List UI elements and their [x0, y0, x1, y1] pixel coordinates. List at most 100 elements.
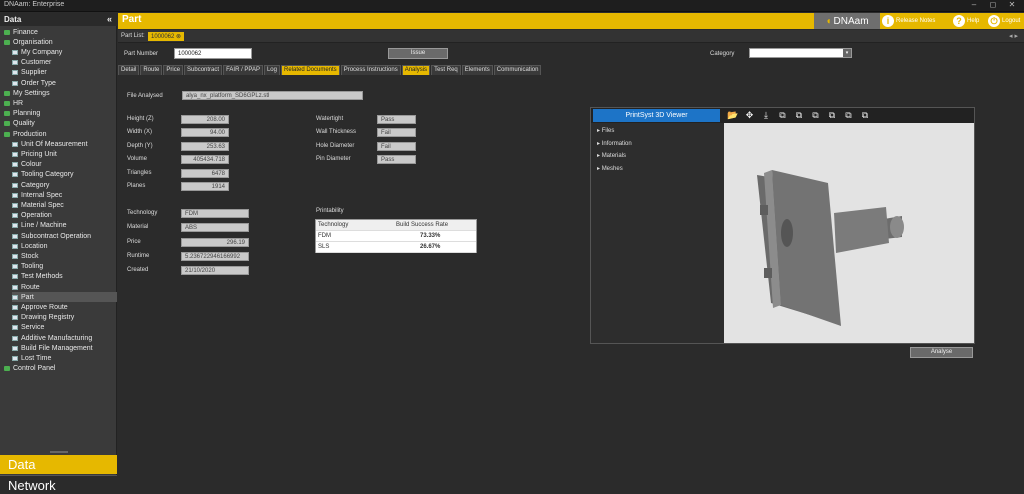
cube-left-icon[interactable]: ⧉: [810, 109, 822, 122]
tab-related-documents[interactable]: Related Documents: [280, 65, 340, 75]
sidebar-item-tooling-category[interactable]: Tooling Category: [12, 170, 117, 180]
issue-button[interactable]: Issue: [388, 48, 448, 59]
viewer-panel-item-information[interactable]: ▸ Information: [597, 140, 632, 147]
sidebar-item-planning[interactable]: Planning: [4, 109, 117, 119]
printability-header-cell: Technology: [318, 222, 349, 228]
viewer-panel-item-meshes[interactable]: ▸ Meshes: [597, 165, 623, 172]
sidebar-item-additive-manufacturing[interactable]: Additive Manufacturing: [12, 333, 117, 343]
category-select[interactable]: ▾: [749, 48, 852, 58]
cube-back-icon[interactable]: ⧉: [793, 109, 805, 122]
sidebar-item-test-methods[interactable]: Test Methods: [12, 272, 117, 282]
sidebar-item-customer[interactable]: Customer: [12, 58, 117, 68]
sidebar-item-approve-route[interactable]: Approve Route: [12, 302, 117, 312]
sidebar-item-lost-time[interactable]: Lost Time: [12, 353, 117, 363]
tab-route[interactable]: Route: [140, 65, 163, 75]
move-icon[interactable]: ✥: [744, 109, 756, 122]
nav-data-button[interactable]: Data: [0, 455, 117, 474]
viewer-panel-item-files[interactable]: ▸ Files: [597, 127, 614, 134]
sidebar-item-control-panel[interactable]: Control Panel: [4, 364, 117, 374]
sidebar-item-my-company[interactable]: My Company: [12, 47, 117, 57]
sidebar-item-hr[interactable]: HR: [4, 98, 117, 108]
sidebar-item-organisation[interactable]: Organisation: [4, 37, 117, 47]
sidebar-item-label: Pricing Unit: [21, 150, 57, 158]
sidebar-item-production[interactable]: Production: [4, 129, 117, 139]
sidebar-item-finance[interactable]: Finance: [4, 27, 117, 37]
cube-front-icon[interactable]: ⧉: [777, 109, 789, 122]
price-label: Price: [127, 238, 141, 245]
sidebar-item-my-settings[interactable]: My Settings: [4, 88, 117, 98]
collapse-sidebar-button[interactable]: «: [107, 14, 112, 24]
tab-subcontract[interactable]: Subcontract: [184, 65, 223, 75]
runtime-label: Runtime: [127, 252, 150, 259]
close-button[interactable]: ✕: [1004, 0, 1020, 11]
sidebar-item-internal-spec[interactable]: Internal Spec: [12, 190, 117, 200]
height-z-field: 208.00: [181, 115, 229, 124]
hole-diameter-field: Fail: [377, 141, 416, 151]
volume-label: Volume: [127, 156, 148, 163]
cube-top-icon[interactable]: ⧉: [843, 109, 855, 122]
logout-button[interactable]: ⏻ Logout: [988, 14, 1020, 28]
tab-communication[interactable]: Communication: [493, 65, 542, 75]
folder-icon: [4, 121, 10, 127]
part-list-tab[interactable]: 1000062 ⊗: [148, 32, 185, 41]
folder-icon[interactable]: 📂: [727, 109, 739, 122]
sidebar-item-part[interactable]: Part: [12, 292, 117, 303]
close-tab-icon[interactable]: ⊗: [176, 34, 181, 40]
sidebar-item-colour[interactable]: Colour: [12, 160, 117, 170]
sidebar-item-tooling[interactable]: Tooling: [12, 262, 117, 272]
download-icon[interactable]: ⤓: [760, 109, 772, 122]
viewer-panel-item-materials[interactable]: ▸ Materials: [597, 152, 626, 159]
sidebar-item-category[interactable]: Category: [12, 180, 117, 190]
sidebar-item-operation[interactable]: Operation: [12, 211, 117, 221]
tab-log[interactable]: Log: [263, 65, 280, 75]
sidebar-item-unit-of-measurement[interactable]: Unit Of Measurement: [12, 139, 117, 149]
sidebar-item-label: Tooling Category: [21, 171, 74, 179]
sidebar-item-quality[interactable]: Quality: [4, 119, 117, 129]
help-button[interactable]: ? Help: [953, 14, 979, 28]
sidebar-item-drawing-registry[interactable]: Drawing Registry: [12, 313, 117, 323]
viewer-panel-label: Information: [601, 140, 632, 147]
document-icon: [12, 253, 18, 259]
sidebar-item-supplier[interactable]: Supplier: [12, 68, 117, 78]
sidebar-item-line-machine[interactable]: Line / Machine: [12, 221, 117, 231]
sidebar-item-order-type[interactable]: Order Type: [12, 78, 117, 88]
window-title: DNAam: Enterprise: [4, 1, 65, 8]
tab-fair-ppap[interactable]: FAIR / PPAP: [223, 65, 263, 75]
sidebar-item-material-spec[interactable]: Material Spec: [12, 200, 117, 210]
watertight-field: Pass: [377, 115, 416, 124]
sidebar-item-label: Quality: [13, 120, 35, 128]
part-list-bar: Part List: 1000062 ⊗ ◂ ▸: [118, 30, 1024, 43]
3d-model-render[interactable]: [724, 123, 974, 343]
sidebar-splitter[interactable]: [50, 451, 68, 453]
sidebar-item-pricing-unit[interactable]: Pricing Unit: [12, 149, 117, 159]
tab-process-instructions[interactable]: Process Instructions: [340, 65, 401, 75]
tab-elements[interactable]: Elements: [461, 65, 493, 75]
release-notes-button[interactable]: i Release Notes: [882, 14, 935, 28]
sidebar-item-subcontract-operation[interactable]: Subcontract Operation: [12, 231, 117, 241]
sidebar-item-route[interactable]: Route: [12, 282, 117, 292]
part-number-input[interactable]: 1000062: [174, 48, 252, 59]
tab-strip: Detail Route Price Subcontract FAIR / PPAP Lo…: [118, 65, 542, 76]
document-icon: [12, 335, 18, 341]
sidebar-item-build-file-management[interactable]: Build File Management: [12, 343, 117, 353]
minimize-button[interactable]: –: [966, 0, 982, 11]
help-label: Help: [967, 18, 980, 24]
nav-network-button[interactable]: Network: [0, 475, 117, 494]
document-icon: [12, 243, 18, 249]
sidebar-item-location[interactable]: Location: [12, 241, 117, 251]
analyse-button[interactable]: Analyse: [910, 347, 973, 358]
created-field: 21/10/2020: [181, 266, 249, 276]
tab-price[interactable]: Price: [163, 65, 184, 75]
tab-detail[interactable]: Detail: [118, 65, 140, 75]
dnaam-logo: ◖ DNAam: [814, 13, 880, 29]
sidebar-item-stock[interactable]: Stock: [12, 251, 117, 261]
tab-test-req[interactable]: Test Req: [431, 65, 461, 75]
tab-scroll-arrows[interactable]: ◂ ▸: [1009, 32, 1018, 40]
sidebar-item-service[interactable]: Service: [12, 323, 117, 333]
maximize-button[interactable]: ◻: [985, 0, 1001, 11]
sidebar-item-label: My Settings: [13, 89, 50, 97]
cube-bottom-icon[interactable]: ⧉: [859, 109, 871, 122]
part-content: Part Number 1000062 Issue Category ▾ Det…: [118, 44, 1024, 483]
cube-right-icon[interactable]: ⧉: [826, 109, 838, 122]
tab-analysis[interactable]: Analysis: [401, 65, 431, 75]
